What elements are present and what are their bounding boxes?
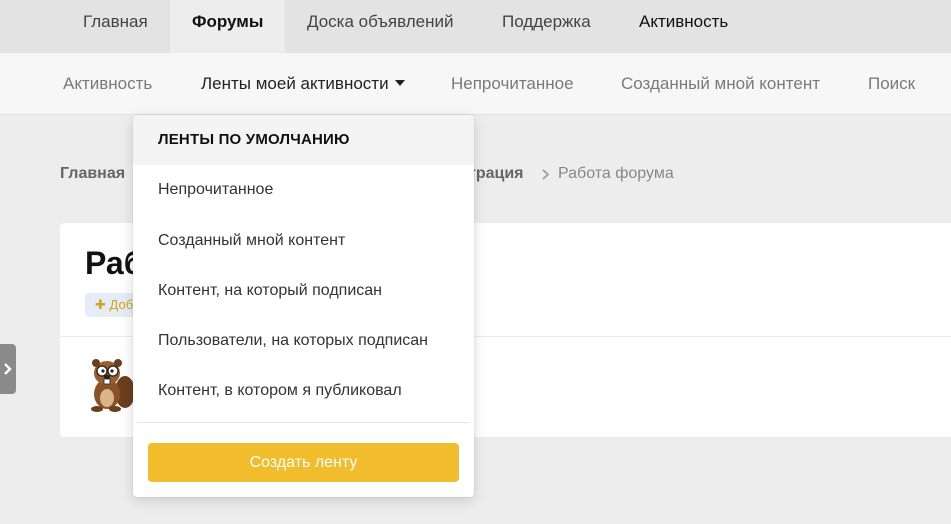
chevron-right-icon bbox=[4, 363, 12, 375]
avatar[interactable] bbox=[85, 354, 137, 412]
create-stream-button[interactable]: Создать ленту bbox=[148, 443, 459, 482]
caret-down-icon bbox=[394, 80, 405, 86]
divider bbox=[137, 422, 470, 423]
subnav-item-search[interactable]: Поиск bbox=[868, 53, 915, 115]
dropdown-item-posted-content[interactable]: Контент, в котором я публиковал bbox=[133, 366, 474, 416]
beaver-mascot-icon bbox=[91, 359, 135, 412]
topnav-item-home[interactable]: Главная bbox=[83, 0, 148, 43]
sub-navigation: Активность Ленты моей активности Непрочи… bbox=[0, 53, 951, 115]
dropdown-item-followed-content[interactable]: Контент, на который подписан bbox=[133, 266, 474, 316]
top-navigation: Главная Форумы Доска объявлений Поддержк… bbox=[0, 0, 951, 53]
breadcrumb-current: Работа форума bbox=[558, 165, 674, 182]
chevron-right-icon bbox=[541, 164, 551, 191]
dropdown-header: ЛЕНТЫ ПО УМОЛЧАНИЮ bbox=[133, 115, 474, 165]
topnav-item-classifieds[interactable]: Доска объявлений bbox=[307, 0, 454, 43]
add-button-label: Доб bbox=[109, 297, 134, 312]
sidebar-toggle[interactable] bbox=[0, 344, 16, 394]
dropdown-item-followed-members[interactable]: Пользователи, на которых подписан bbox=[133, 316, 474, 366]
activity-streams-dropdown: ЛЕНТЫ ПО УМОЛЧАНИЮ Непрочитанное Созданн… bbox=[133, 115, 474, 497]
subnav-item-unread[interactable]: Непрочитанное bbox=[451, 53, 574, 115]
dropdown-item-unread[interactable]: Непрочитанное bbox=[133, 165, 474, 215]
breadcrumb-administration[interactable]: трация bbox=[468, 163, 524, 185]
subnav-item-activity[interactable]: Активность bbox=[63, 53, 152, 115]
topnav-item-support[interactable]: Поддержка bbox=[502, 0, 591, 43]
dropdown-item-my-content[interactable]: Созданный мной контент bbox=[133, 216, 474, 266]
breadcrumb-home[interactable]: Главная bbox=[60, 163, 125, 185]
subnav-item-my-content[interactable]: Созданный мной контент bbox=[621, 53, 820, 115]
subnav-item-my-activity-streams[interactable]: Ленты моей активности bbox=[201, 53, 405, 115]
subnav-item-label: Ленты моей активности bbox=[201, 74, 389, 93]
topnav-item-forums[interactable]: Форумы bbox=[170, 0, 286, 53]
topnav-item-activity[interactable]: Активность bbox=[639, 0, 728, 43]
plus-icon: ✚ bbox=[95, 297, 106, 312]
